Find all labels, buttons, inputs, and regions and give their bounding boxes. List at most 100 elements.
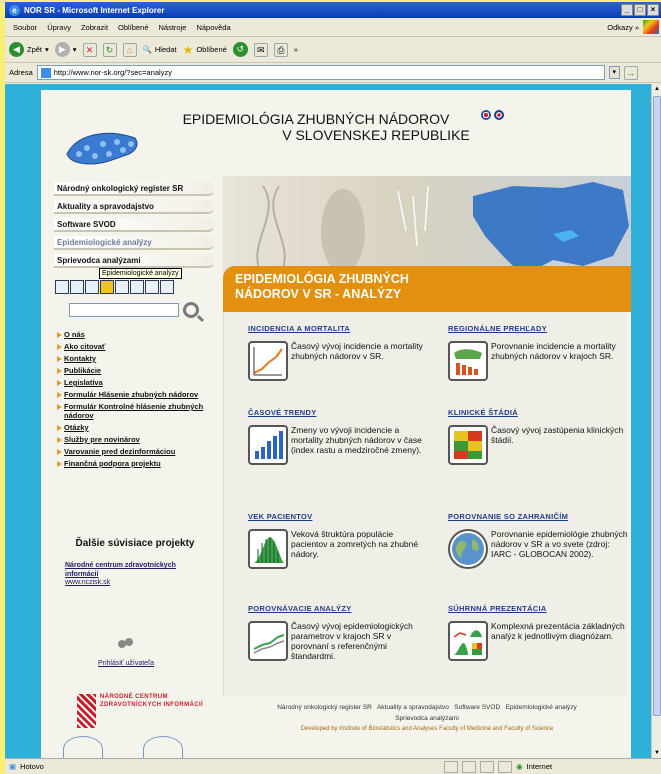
section-stages-title[interactable]: KLINICKÉ ŠTÁDIÁ xyxy=(448,408,628,417)
status-page-icon: ▣ xyxy=(9,762,17,771)
nav-item-analyses[interactable]: Epidemiologické analýzy xyxy=(54,236,214,250)
section-summary-title[interactable]: SÚHRNNÁ PREZENTÁCIA xyxy=(448,604,628,613)
footer-links: Národný onkologický register SR Aktualit… xyxy=(223,702,631,713)
home-icon[interactable]: ⌂ xyxy=(122,42,137,57)
refresh-icon[interactable]: ↻ xyxy=(102,42,117,57)
mail-icon[interactable]: ✉ xyxy=(253,42,268,57)
trend-chart-icon[interactable] xyxy=(85,280,99,294)
menu-item-oblibene[interactable]: Oblíbené xyxy=(118,23,148,32)
seal-left-icon xyxy=(63,736,103,758)
status-text: Hotovo xyxy=(20,762,44,771)
slovak-flag-icon[interactable] xyxy=(481,110,491,120)
site-header: EPIDEMIOLÓGIA ZHUBNÝCH NÁDOROV V SLOVENS… xyxy=(41,90,631,176)
incidence-chart-icon[interactable] xyxy=(248,341,288,381)
link-publications[interactable]: Publikácie xyxy=(57,366,217,375)
address-url: http://www.nor-sk.org/?sec=analyzy xyxy=(53,68,172,77)
comparison-chart-icon[interactable] xyxy=(145,280,159,294)
globe-icon[interactable] xyxy=(130,280,144,294)
forward-button[interactable]: ▶ ▾ xyxy=(54,42,77,57)
footer-link-software[interactable]: Software SVOD xyxy=(454,704,500,711)
favorites-label: Oblíbené xyxy=(196,45,227,54)
nav-item-news[interactable]: Aktuality a spravodajstvo xyxy=(54,200,214,214)
link-legislation[interactable]: Legislatíva xyxy=(57,378,217,387)
link-cite[interactable]: Ako citovať xyxy=(57,342,217,351)
scroll-thumb[interactable] xyxy=(653,96,661,716)
age-chart-icon[interactable] xyxy=(115,280,129,294)
related-url[interactable]: www.nczisk.sk xyxy=(65,579,205,586)
go-icon[interactable]: → xyxy=(623,65,638,80)
address-input[interactable]: http://www.nor-sk.org/?sec=analyzy xyxy=(36,65,605,80)
section-comparative-title[interactable]: POROVNÁVACIE ANALÝZY xyxy=(248,604,428,613)
section-age-title[interactable]: VEK PACIENTOV xyxy=(248,512,428,521)
menu-item-soubor[interactable]: Soubor xyxy=(13,23,37,32)
age-chart-icon[interactable] xyxy=(248,529,288,569)
browser-window: e NOR SR - Microsoft Internet Explorer _… xyxy=(5,2,661,774)
nav-item-guide[interactable]: Sprievodca analýzami xyxy=(54,254,214,268)
maximize-button[interactable]: □ xyxy=(634,4,646,16)
status-pane xyxy=(498,760,513,773)
search-icon[interactable] xyxy=(183,302,199,318)
menu-item-zobrazit[interactable]: Zobrazit xyxy=(81,23,108,32)
summary-chart-icon[interactable] xyxy=(160,280,174,294)
link-control-form[interactable]: Formulár Kontrolné hlásenie zhubných nád… xyxy=(57,402,217,420)
nav-item-software[interactable]: Software SVOD xyxy=(54,218,214,232)
address-dropdown[interactable]: ▾ xyxy=(608,66,620,79)
stage-chart-icon[interactable] xyxy=(448,425,488,465)
link-funding[interactable]: Finančná podpora projektu xyxy=(57,459,217,468)
menu-item-upravy[interactable]: Úpravy xyxy=(47,23,71,32)
nczi-cross-icon xyxy=(77,694,96,728)
print-icon[interactable]: ⎙ xyxy=(273,42,288,57)
related-link-nczi[interactable]: Národné centrum zdravotníckych informáci… xyxy=(65,561,205,579)
scroll-up-icon[interactable]: ▲ xyxy=(653,85,661,93)
history-icon[interactable]: ↺ xyxy=(232,42,248,57)
link-disinfo[interactable]: Varovanie pred dezinformáciou xyxy=(57,447,217,456)
regional-chart-icon[interactable] xyxy=(70,280,84,294)
section-incidence-title[interactable]: INCIDENCIA A MORTALITA xyxy=(248,324,428,333)
english-flag-icon[interactable] xyxy=(494,110,504,120)
search-label: Hledat xyxy=(154,45,177,54)
slovakia-map-logo xyxy=(66,132,138,165)
footer-link-analyses[interactable]: Epidemiologické analýzy xyxy=(506,704,577,711)
nav-item-register[interactable]: Národný onkologický register SR xyxy=(54,182,214,196)
vertical-scrollbar[interactable]: ▲ ▼ xyxy=(651,84,661,758)
stop-icon[interactable]: ✕ xyxy=(82,42,97,57)
zone-label: Internet xyxy=(526,762,553,771)
link-about[interactable]: O nás xyxy=(57,330,217,339)
toolbar-overflow[interactable]: » xyxy=(294,45,298,54)
info-links: O nás Ako citovať Kontakty Publikácie Le… xyxy=(57,330,217,471)
status-pane xyxy=(480,760,495,773)
footer-link-guide[interactable]: Sprievodca analýzami xyxy=(223,713,631,724)
link-contacts[interactable]: Kontakty xyxy=(57,354,217,363)
comparison-chart-icon[interactable] xyxy=(248,621,288,661)
regional-chart-icon[interactable] xyxy=(448,341,488,381)
section-trends-title[interactable]: ČASOVÉ TRENDY xyxy=(248,408,428,417)
section-regional-title[interactable]: REGIONÁLNE PREHĽADY xyxy=(448,324,628,333)
stage-chart-icon[interactable] xyxy=(100,280,114,294)
minimize-button[interactable]: _ xyxy=(621,4,633,16)
site-footer: Národný onkologický register SR Aktualit… xyxy=(223,702,631,735)
scroll-down-icon[interactable]: ▼ xyxy=(653,749,661,757)
menu-item-napoveda[interactable]: Nápověda xyxy=(196,23,230,32)
site-search-input[interactable] xyxy=(69,303,179,317)
globe-icon[interactable] xyxy=(448,529,488,569)
login-link[interactable]: Prihlásiť užívateľa xyxy=(98,660,154,667)
summary-chart-icon[interactable] xyxy=(448,621,488,661)
favorites-button[interactable]: ★ Oblíbené xyxy=(183,43,227,57)
close-button[interactable]: × xyxy=(647,4,659,16)
incidence-chart-icon[interactable] xyxy=(55,280,69,294)
link-report-form[interactable]: Formulár Hlásenie zhubných nádorov xyxy=(57,390,217,399)
menu-item-nastroje[interactable]: Nástroje xyxy=(159,23,187,32)
footer-link-register[interactable]: Národný onkologický register SR xyxy=(277,704,372,711)
links-menu[interactable]: Odkazy » xyxy=(607,23,639,32)
back-button[interactable]: ◀ Zpět ▾ xyxy=(9,42,49,57)
link-press[interactable]: Služby pre novinárov xyxy=(57,435,217,444)
search-button[interactable]: 🔍 Hledat xyxy=(143,45,177,54)
link-questions[interactable]: Otázky xyxy=(57,423,217,432)
nczi-logo: NÁRODNÉ CENTRUM ZDRAVOTNÍCKYCH INFORMÁCI… xyxy=(77,694,209,736)
section-international-title[interactable]: POROVNANIE SO ZAHRANIČÍM xyxy=(448,512,628,521)
search-icon: 🔍 xyxy=(142,45,152,54)
links-label: Odkazy xyxy=(607,22,633,32)
trend-chart-icon[interactable] xyxy=(248,425,288,465)
back-arrow-icon: ◀ xyxy=(9,42,24,57)
footer-link-news[interactable]: Aktuality a spravodajstvo xyxy=(377,704,449,711)
